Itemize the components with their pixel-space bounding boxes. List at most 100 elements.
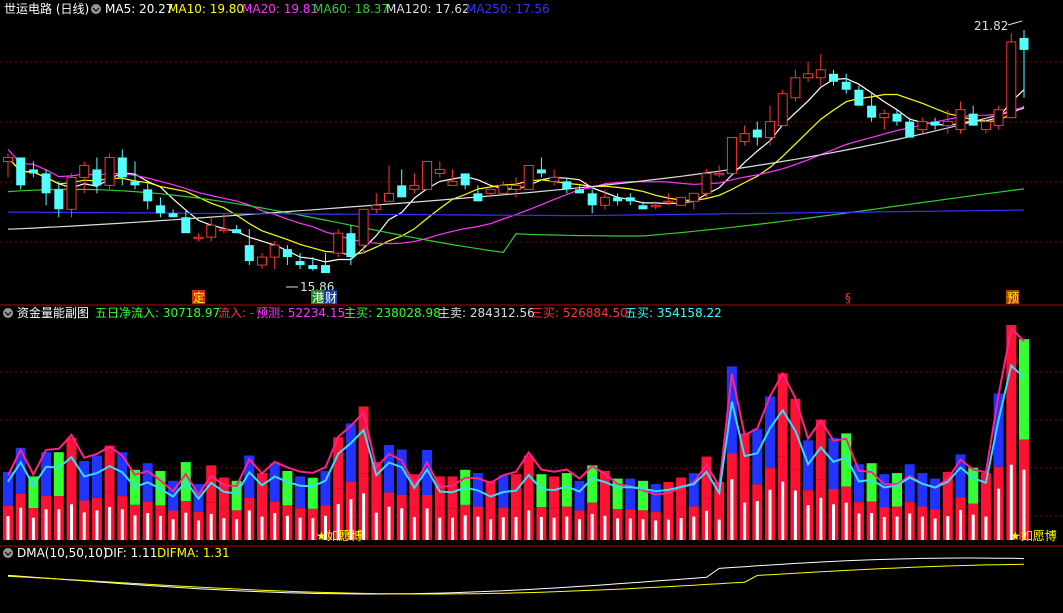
flow-bar-top <box>879 474 890 508</box>
candle-body <box>930 121 940 126</box>
ma60-label: MA60: 18.37 <box>313 2 389 16</box>
candle-body <box>358 208 369 246</box>
candle-body <box>562 181 572 190</box>
dma-dif: DIF: 1.11 <box>104 546 157 560</box>
flow-bar-core <box>590 513 594 540</box>
dma-title: DMA(10,50,10) <box>17 546 108 560</box>
flow-bar-core <box>641 519 645 540</box>
ma120-label: MA120: 17.62 <box>386 2 470 16</box>
flow-bar-core <box>793 490 797 540</box>
settings-icon[interactable] <box>3 308 13 318</box>
flow-bar-core <box>857 513 861 540</box>
flow-bar-core <box>806 505 810 540</box>
flow-bar-core <box>6 516 10 540</box>
flow-bar-core <box>476 516 480 540</box>
flow-bar-top <box>257 473 267 507</box>
candle-body <box>676 196 687 206</box>
ma10-label: MA10: 19.80 <box>168 2 244 16</box>
flow-bar-core <box>514 516 518 540</box>
candle-body <box>993 109 1004 127</box>
flow-bar-core <box>374 512 378 540</box>
candle-body <box>447 180 458 186</box>
flow-bar-top <box>282 470 293 506</box>
flow-bar-core <box>679 518 683 540</box>
flow-bar-core <box>108 506 112 540</box>
candle-body <box>613 197 623 202</box>
settings-icon[interactable] <box>3 548 13 558</box>
flow-bar-core <box>400 508 404 540</box>
candle-body <box>308 265 318 270</box>
candle-body <box>688 192 699 202</box>
ma20-line <box>7 106 1025 245</box>
candle-body <box>536 169 546 174</box>
candle-body <box>181 217 191 234</box>
candle-body <box>599 196 610 206</box>
candle-body <box>371 204 382 210</box>
flow-bar-top <box>676 477 687 509</box>
flow-bar-core <box>120 509 124 540</box>
candle-body <box>765 121 775 139</box>
stock-chart-window[interactable]: 世运电路 (日线) MA5: 20.27 MA10: 19.80 MA20: 1… <box>0 0 1063 609</box>
candle-body <box>1019 37 1029 50</box>
candle-body <box>549 176 560 182</box>
candle-body <box>726 137 737 174</box>
candle-body <box>625 197 635 202</box>
candle-body <box>333 232 344 254</box>
candle-body <box>854 89 864 106</box>
candle-body <box>117 157 127 178</box>
dma-header: DMA(10,50,10) DIF: 1.11 DIFMA: 1.31 <box>3 546 230 560</box>
marker-yu-text: 预 <box>1007 291 1019 305</box>
flow-main-sell: 主卖: 284312.56 <box>438 306 535 320</box>
high-price-pointer <box>1007 20 1023 26</box>
chart-canvas[interactable]: 世运电路 (日线) MA5: 20.27 MA10: 19.80 MA20: 1… <box>0 0 1063 609</box>
candle-body <box>41 173 51 194</box>
marker-section[interactable]: § <box>845 291 851 305</box>
ma20-label: MA20: 19.81 <box>242 2 318 16</box>
flow-bar-core <box>628 518 632 540</box>
settings-icon[interactable] <box>91 4 101 14</box>
candle-body <box>244 245 254 262</box>
candle-body <box>739 133 750 143</box>
flow-bar-core <box>489 519 493 540</box>
candle-body <box>905 121 915 138</box>
candle-body <box>269 244 280 258</box>
flow-bar-top <box>625 478 636 510</box>
flow-bar-core <box>412 516 416 540</box>
flow-bar-core <box>603 515 607 540</box>
flow-bar-top <box>320 470 331 506</box>
flow-bar-core <box>552 517 556 540</box>
candle-body <box>650 204 661 208</box>
flow-title: 资金量能副图 <box>17 305 89 320</box>
stock-title: 世运电路 (日线) <box>4 1 89 16</box>
flow-bar-top <box>117 452 128 497</box>
candle-body <box>714 172 725 176</box>
flow-bar-core <box>247 510 251 540</box>
flow-bar-top <box>752 428 763 485</box>
flow-bar-core <box>832 504 835 540</box>
main-header: 世运电路 (日线) MA5: 20.27 MA10: 19.80 MA20: 1… <box>4 1 550 16</box>
flow-bar-core <box>984 516 988 540</box>
candles <box>3 29 1029 274</box>
flow-bar-top <box>930 478 941 510</box>
flow-header: 资金量能副图 五日净流入: 30718.97 流入: - 预测: 52234.1… <box>3 305 722 320</box>
flow-forecast: 预测: 52234.15 <box>256 306 345 320</box>
flow-bar-core <box>743 502 747 540</box>
candle-body <box>155 205 165 214</box>
candle-body <box>498 184 509 194</box>
candle-body <box>397 185 407 198</box>
candle-body <box>587 193 597 206</box>
candle-body <box>130 181 140 186</box>
flow-bar-core <box>184 512 188 540</box>
flow-bar-top <box>828 438 839 490</box>
flow-bar-core <box>933 518 937 540</box>
dma-difma-line <box>7 563 1025 595</box>
candle-body <box>434 168 445 174</box>
flow-bar-core <box>819 497 823 540</box>
flow-bar-core <box>971 514 975 540</box>
flow-bar-core <box>451 517 454 540</box>
candle-body <box>1006 41 1017 119</box>
flow-bar-core <box>908 513 912 540</box>
flow-bar-core <box>730 479 734 540</box>
flow-bar-core <box>146 513 150 540</box>
flow-bar-core <box>57 509 61 540</box>
